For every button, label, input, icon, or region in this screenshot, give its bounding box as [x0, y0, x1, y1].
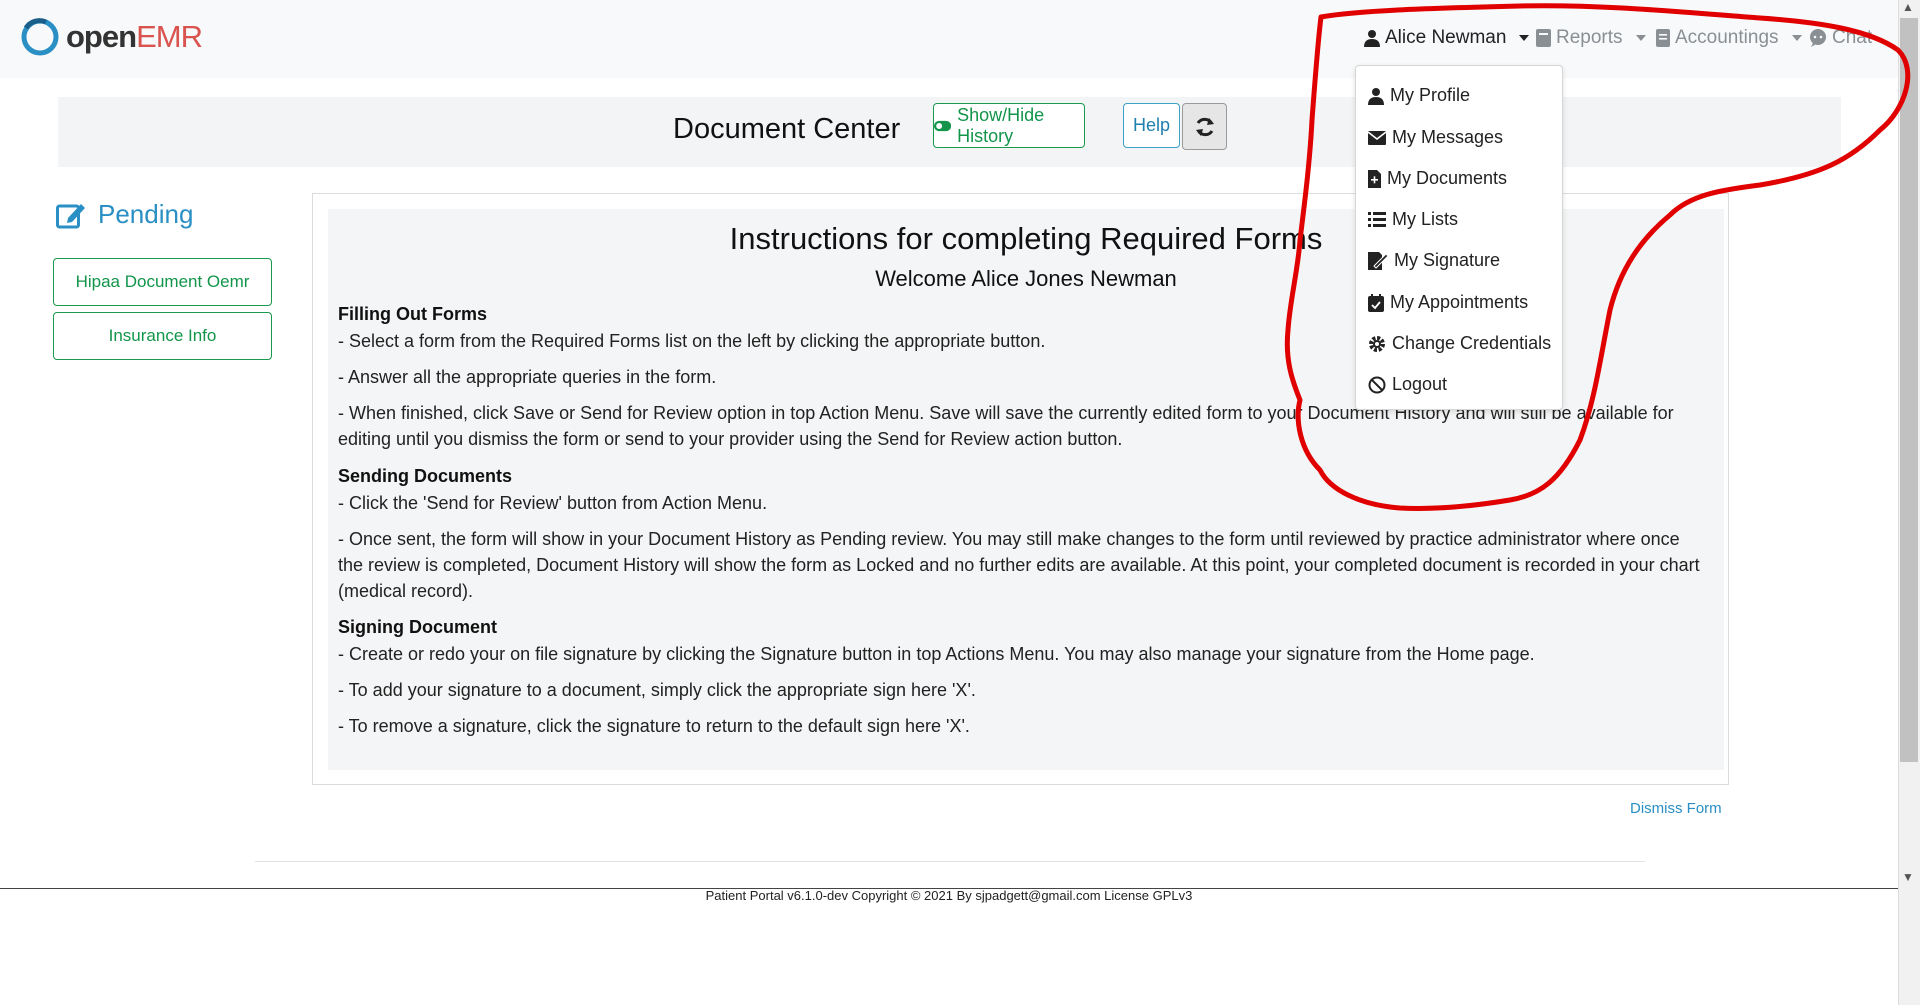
pending-heading: Pending: [56, 199, 193, 230]
menu-item-label: My Signature: [1394, 250, 1501, 270]
scroll-up-icon[interactable]: ▲: [1902, 0, 1914, 14]
chevron-down-icon: [1635, 35, 1646, 41]
help-button[interactable]: Help: [1123, 103, 1180, 148]
chat-link[interactable]: Chat: [1809, 27, 1872, 49]
chat-icon: [1810, 29, 1826, 47]
instruction-text: - Once sent, the form will show in your …: [338, 529, 1700, 601]
scrollbar-thumb[interactable]: [1900, 18, 1918, 762]
menu-item-change-credentials[interactable]: Change Credentials: [1368, 333, 1551, 354]
refresh-button[interactable]: [1182, 103, 1227, 150]
footer-divider: [255, 861, 1645, 862]
list-icon: [1368, 212, 1386, 227]
instruction-text: - Click the 'Send for Review' button fro…: [338, 493, 768, 513]
user-dropdown-menu: My Profile My Messages My Documents My L…: [1355, 65, 1563, 410]
logo-emr-text: EMR: [136, 19, 203, 54]
openemr-logo-icon: [21, 18, 59, 56]
sending-documents-heading: Sending Documents: [338, 466, 513, 486]
user-icon: [1364, 30, 1380, 47]
instruction-text: - To remove a signature, click the signa…: [338, 716, 970, 736]
show-hide-history-label: Show/Hide History: [957, 104, 1045, 146]
chevron-down-icon: [1791, 35, 1802, 41]
scroll-down-icon[interactable]: ▼: [1902, 870, 1914, 884]
openemr-logo[interactable]: openEMR: [20, 16, 203, 58]
signing-document-heading: Signing Document: [338, 617, 497, 637]
calendar-icon: [1368, 293, 1384, 312]
book-icon: [1536, 29, 1551, 47]
reports-label: Reports: [1556, 27, 1623, 48]
instruction-text: - To add your signature to a document, s…: [338, 680, 976, 700]
dismiss-form-link[interactable]: Dismiss Form: [1630, 800, 1722, 817]
menu-item-label: My Profile: [1390, 85, 1471, 105]
reports-menu[interactable]: Reports: [1536, 27, 1646, 49]
user-name: Alice Newman: [1385, 27, 1507, 48]
menu-item-label: My Documents: [1387, 168, 1508, 188]
invoice-icon: [1656, 29, 1670, 47]
show-hide-history-button[interactable]: Show/Hide History: [933, 103, 1085, 148]
filling-out-forms-heading: Filling Out Forms: [338, 304, 487, 324]
form-button-hipaa[interactable]: Hipaa Document Oemr: [53, 258, 272, 306]
menu-item-label: Logout: [1392, 374, 1448, 394]
menu-item-my-signature[interactable]: My Signature: [1368, 250, 1500, 271]
form-button-insurance-info[interactable]: Insurance Info: [53, 312, 272, 360]
accountings-menu[interactable]: Accountings: [1656, 27, 1802, 49]
user-menu-toggle[interactable]: Alice Newman: [1364, 27, 1530, 49]
menu-item-my-documents[interactable]: My Documents: [1368, 168, 1507, 189]
instruction-text: - Create or redo your on file signature …: [338, 644, 1535, 664]
menu-item-my-appointments[interactable]: My Appointments: [1368, 292, 1528, 313]
menu-item-label: My Messages: [1392, 127, 1504, 147]
user-icon: [1368, 87, 1384, 105]
logo-text: openEMR: [66, 19, 203, 55]
footer-copyright: Patient Portal v6.1.0-dev Copyright © 20…: [705, 888, 1193, 903]
chat-label: Chat: [1832, 27, 1873, 48]
menu-item-my-profile[interactable]: My Profile: [1368, 85, 1470, 106]
menu-item-logout[interactable]: Logout: [1368, 374, 1447, 395]
menu-item-label: Change Credentials: [1392, 333, 1552, 353]
gear-icon: [1369, 335, 1385, 352]
signature-icon: [1368, 251, 1388, 270]
edit-icon: [56, 203, 85, 228]
toggle-icon: [934, 120, 952, 131]
file-icon: [1368, 169, 1381, 188]
refresh-icon: [1195, 117, 1214, 136]
ban-icon: [1368, 376, 1386, 393]
menu-item-label: My Appointments: [1390, 292, 1529, 312]
menu-item-my-messages[interactable]: My Messages: [1368, 127, 1503, 148]
page-title: Document Center: [673, 113, 901, 145]
accountings-label: Accountings: [1675, 27, 1779, 48]
logo-open-text: open: [66, 19, 137, 54]
envelope-icon: [1368, 130, 1386, 145]
pending-title: Pending: [98, 199, 194, 229]
menu-item-label: My Lists: [1392, 209, 1459, 229]
chevron-down-icon: [1519, 35, 1530, 41]
menu-item-my-lists[interactable]: My Lists: [1368, 209, 1458, 230]
